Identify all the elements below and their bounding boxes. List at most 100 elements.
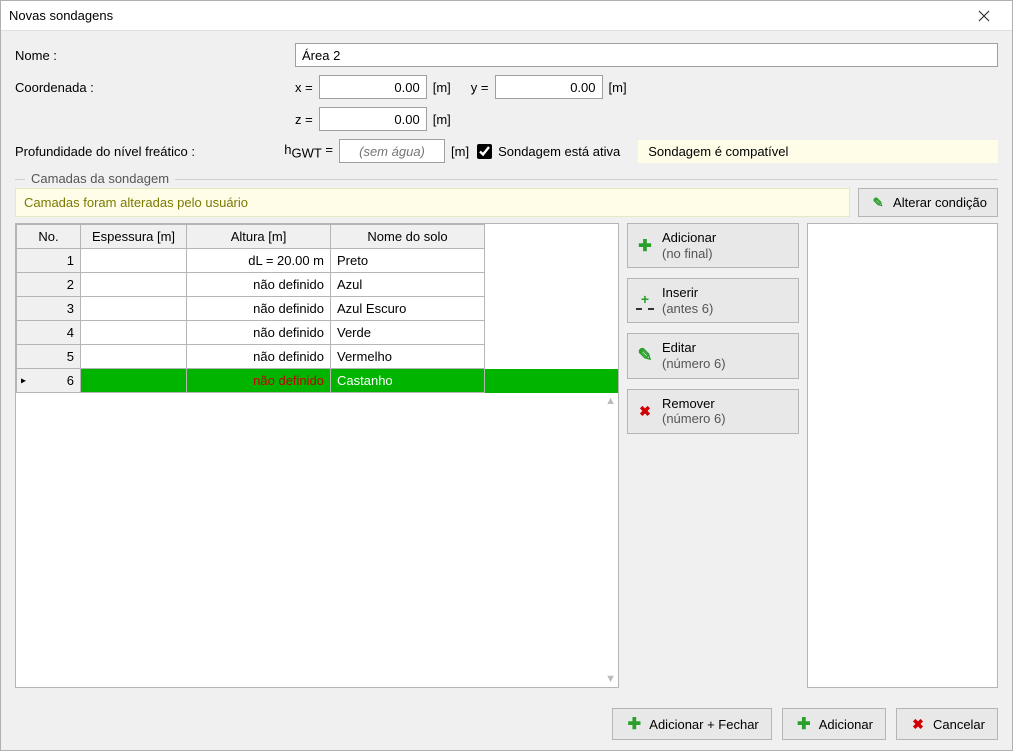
unit-gwt: [m]	[451, 144, 469, 159]
cell-esp[interactable]	[81, 249, 187, 273]
footer: ✚ Adicionar + Fechar ✚ Adicionar ✖ Cance…	[1, 698, 1012, 750]
edit-layer-button[interactable]: ✎ Editar(número 6)	[627, 333, 799, 378]
row-gwt: Profundidade do nível freático : hGWT = …	[15, 139, 998, 163]
table-row[interactable]: 1 dL = 20.00 mPreto	[17, 249, 618, 273]
th-alt[interactable]: Altura [m]	[187, 225, 331, 249]
th-no[interactable]: No.	[17, 225, 81, 249]
row-marker-icon: ▸	[21, 375, 26, 386]
unit-y: [m]	[609, 80, 627, 95]
cell-no[interactable]: ▸6	[17, 369, 81, 393]
content-area: Nome : Coordenada : x = [m] y = [m] z = …	[1, 31, 1012, 698]
add-close-label: Adicionar + Fechar	[649, 717, 758, 732]
table-row[interactable]: 2 não definidoAzul	[17, 273, 618, 297]
add-button[interactable]: ✚ Adicionar	[782, 708, 886, 740]
alter-condition-button[interactable]: ✎ Alterar condição	[858, 188, 998, 217]
plus-icon: ✚	[625, 715, 643, 733]
edit-icon: ✎	[636, 347, 654, 365]
input-z[interactable]	[319, 107, 427, 131]
cell-no[interactable]: 2	[17, 273, 81, 297]
table-fill: ▲ ▼	[16, 393, 618, 687]
label-hgwt: hGWT =	[275, 142, 333, 161]
cell-no[interactable]: 3	[17, 297, 81, 321]
add-layer-button[interactable]: ✚ Adicionar(no final)	[627, 223, 799, 268]
table-row[interactable]: ▸6 não definidoCastanho	[17, 369, 618, 393]
cell-alt[interactable]: não definido	[187, 345, 331, 369]
cell-esp[interactable]	[81, 369, 187, 393]
label-x: x =	[295, 80, 313, 95]
fieldset-layers: Camadas da sondagem Camadas foram altera…	[15, 179, 998, 688]
add-label: Adicionar	[819, 717, 873, 732]
remove-t1: Remover	[662, 396, 715, 411]
cell-esp[interactable]	[81, 297, 187, 321]
add-t1: Adicionar	[662, 230, 716, 245]
layer-body: No. Espessura [m] Altura [m] Nome do sol…	[15, 223, 998, 688]
cell-no[interactable]: 4	[17, 321, 81, 345]
pencil-icon: ✎	[869, 194, 887, 212]
side-buttons: ✚ Adicionar(no final) + Inserir(antes 6)…	[627, 223, 799, 688]
scroll-up-icon[interactable]: ▲	[605, 395, 616, 407]
input-nome[interactable]	[295, 43, 998, 67]
label-nome: Nome :	[15, 48, 295, 63]
plus-icon: ✚	[636, 237, 654, 255]
insert-layer-button[interactable]: + Inserir(antes 6)	[627, 278, 799, 323]
edit-t1: Editar	[662, 340, 696, 355]
cell-nome[interactable]: Vermelho	[331, 345, 485, 369]
cell-nome[interactable]: Castanho	[331, 369, 485, 393]
cell-no[interactable]: 1	[17, 249, 81, 273]
remove-t2: (número 6)	[662, 411, 726, 427]
checkbox-active[interactable]	[477, 144, 492, 159]
insert-t2: (antes 6)	[662, 301, 713, 317]
add-and-close-button[interactable]: ✚ Adicionar + Fechar	[612, 708, 771, 740]
cell-alt[interactable]: não definido	[187, 273, 331, 297]
table-row[interactable]: 4 não definidoVerde	[17, 321, 618, 345]
window-title: Novas sondagens	[9, 8, 113, 23]
table-row[interactable]: 5 não definidoVermelho	[17, 345, 618, 369]
scroll-down-icon[interactable]: ▼	[605, 673, 616, 685]
th-esp[interactable]: Espessura [m]	[81, 225, 187, 249]
cell-esp[interactable]	[81, 273, 187, 297]
cell-nome[interactable]: Preto	[331, 249, 485, 273]
cell-nome[interactable]: Azul Escuro	[331, 297, 485, 321]
cell-nome[interactable]: Verde	[331, 321, 485, 345]
unit-z: [m]	[433, 112, 451, 127]
edit-t2: (número 6)	[662, 356, 726, 372]
input-hgwt[interactable]	[339, 139, 445, 163]
layers-table[interactable]: No. Espessura [m] Altura [m] Nome do sol…	[16, 224, 618, 393]
row-z: z = [m]	[15, 107, 998, 131]
status-compatible: Sondagem é compatível	[638, 140, 998, 163]
cell-alt[interactable]: não definido	[187, 369, 331, 393]
cell-no[interactable]: 5	[17, 345, 81, 369]
label-z: z =	[295, 112, 313, 127]
th-nome[interactable]: Nome do solo	[331, 225, 485, 249]
cell-alt[interactable]: não definido	[187, 321, 331, 345]
input-y[interactable]	[495, 75, 603, 99]
label-coord: Coordenada :	[15, 80, 295, 95]
cell-alt[interactable]: dL = 20.00 m	[187, 249, 331, 273]
remove-layer-button[interactable]: ✖ Remover(número 6)	[627, 389, 799, 434]
input-x[interactable]	[319, 75, 427, 99]
plus-icon: ✚	[795, 715, 813, 733]
delete-icon: ✖	[636, 402, 654, 420]
titlebar: Novas sondagens	[1, 1, 1012, 31]
cell-nome[interactable]: Azul	[331, 273, 485, 297]
dialog-window: Novas sondagens Nome : Coordenada : x = …	[0, 0, 1013, 751]
warning-bar: Camadas foram alteradas pelo usuário	[15, 188, 850, 217]
label-active: Sondagem está ativa	[498, 144, 620, 159]
close-button[interactable]	[964, 2, 1004, 30]
alter-condition-label: Alterar condição	[893, 195, 987, 210]
close-icon	[978, 10, 990, 22]
cell-esp[interactable]	[81, 321, 187, 345]
cell-esp[interactable]	[81, 345, 187, 369]
layers-table-wrap: No. Espessura [m] Altura [m] Nome do sol…	[15, 223, 619, 688]
fieldset-legend: Camadas da sondagem	[25, 171, 175, 186]
row-nome: Nome :	[15, 43, 998, 67]
cancel-button[interactable]: ✖ Cancelar	[896, 708, 998, 740]
add-t2: (no final)	[662, 246, 716, 262]
table-row[interactable]: 3 não definidoAzul Escuro	[17, 297, 618, 321]
label-gwt: Profundidade do nível freático :	[15, 144, 275, 159]
layer-top-bar: Camadas foram alteradas pelo usuário ✎ A…	[15, 188, 998, 217]
insert-icon: +	[636, 292, 654, 310]
preview-panel	[807, 223, 998, 688]
row-coord: Coordenada : x = [m] y = [m]	[15, 75, 998, 99]
cell-alt[interactable]: não definido	[187, 297, 331, 321]
